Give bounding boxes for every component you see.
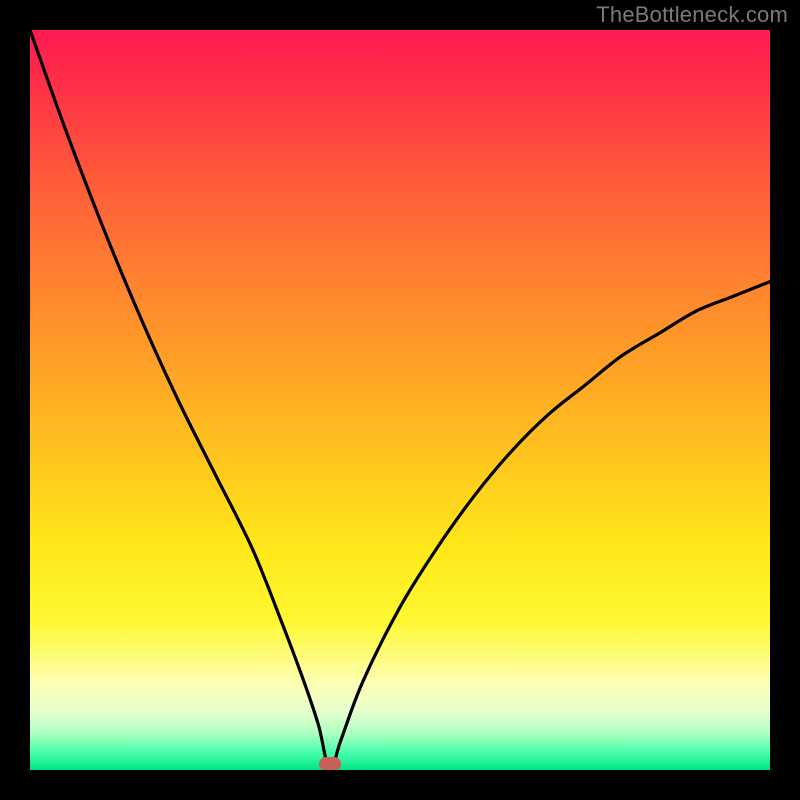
- bottleneck-curve: [30, 30, 770, 770]
- minimum-marker: [319, 757, 341, 770]
- plot-area: [30, 30, 770, 770]
- watermark-text: TheBottleneck.com: [596, 2, 788, 28]
- chart-frame: TheBottleneck.com: [0, 0, 800, 800]
- curve-path: [30, 30, 770, 770]
